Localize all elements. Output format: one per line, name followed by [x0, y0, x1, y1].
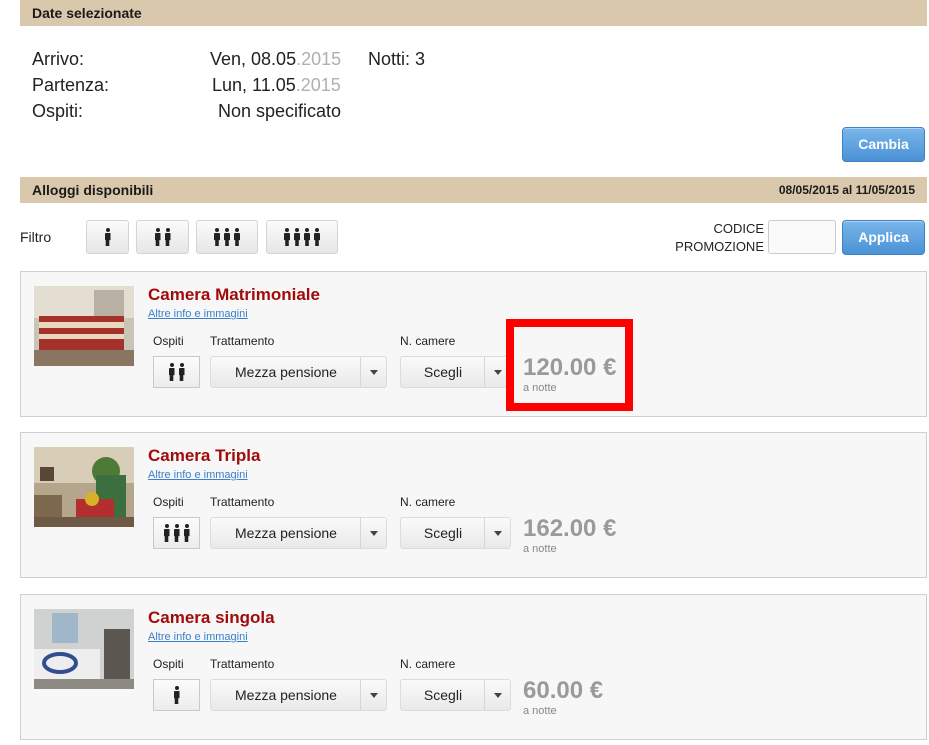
person-icon	[233, 228, 241, 246]
person-icon	[104, 228, 112, 246]
chevron-down-icon	[484, 680, 510, 710]
occupancy-indicator	[153, 517, 200, 549]
room-photo-singola[interactable]	[34, 609, 134, 689]
person-icon	[283, 228, 291, 246]
filter-1-guest-button[interactable]	[86, 220, 129, 254]
rooms-column-header: N. camere	[400, 334, 456, 348]
price-per-night-label: a notte	[523, 382, 557, 394]
price-per-night-label: a notte	[523, 543, 557, 555]
room-photo-tripla[interactable]	[34, 447, 134, 527]
guests-value: Non specificato	[218, 101, 342, 121]
rooms-column-header: N. camere	[400, 657, 456, 671]
person-icon	[313, 228, 321, 246]
promo-code-input[interactable]	[768, 220, 836, 254]
chevron-down-icon	[484, 357, 510, 387]
room-count-select[interactable]: Scegli	[400, 679, 511, 711]
person-icon	[178, 363, 186, 381]
person-icon	[223, 228, 231, 246]
room-title: Camera Tripla	[148, 446, 261, 465]
guests-column-header: Ospiti	[153, 334, 184, 348]
chevron-down-icon	[484, 518, 510, 548]
chevron-down-icon	[360, 357, 386, 387]
room-title: Camera Matrimoniale	[148, 285, 320, 304]
room-card-tripla: Camera Tripla Altre info e immagini Ospi…	[20, 432, 927, 578]
person-icon	[163, 524, 171, 542]
filter-2-guests-button[interactable]	[136, 220, 189, 254]
promo-code-label: CODICE PROMOZIONE	[675, 221, 764, 254]
room-price: 120.00 €	[523, 354, 617, 381]
occupancy-indicator	[153, 356, 200, 388]
room-count-select[interactable]: Scegli	[400, 517, 511, 549]
filter-3-guests-button[interactable]	[196, 220, 258, 254]
filter-label: Filtro	[20, 229, 52, 245]
guests-label: Ospiti:	[32, 101, 84, 121]
arrival-label: Arrivo:	[32, 49, 85, 69]
board-column-header: Trattamento	[210, 334, 275, 348]
room-more-info-link[interactable]: Altre info e immagini	[148, 469, 248, 481]
person-icon	[173, 686, 181, 704]
rooms-column-header: N. camere	[400, 495, 456, 509]
availability-date-range: 08/05/2015 al 11/05/2015	[778, 183, 915, 197]
board-column-header: Trattamento	[210, 657, 275, 671]
board-type-select[interactable]: Mezza pensione	[210, 356, 387, 388]
arrival-value: Ven, 08.05.2015	[210, 49, 342, 69]
departure-label: Partenza:	[32, 75, 110, 95]
chevron-down-icon	[360, 518, 386, 548]
change-dates-button[interactable]: Cambia	[842, 127, 925, 162]
price-per-night-label: a notte	[523, 705, 557, 717]
board-type-select[interactable]: Mezza pensione	[210, 517, 387, 549]
person-icon	[183, 524, 191, 542]
room-price: 162.00 €	[523, 515, 617, 542]
room-card-singola: Camera singola Altre info e immagini Osp…	[20, 594, 927, 740]
guests-column-header: Ospiti	[153, 657, 184, 671]
person-icon	[154, 228, 162, 246]
selected-dates-title: Date selezionate	[32, 5, 142, 21]
chevron-down-icon	[360, 680, 386, 710]
room-count-select[interactable]: Scegli	[400, 356, 511, 388]
departure-value: Lun, 11.05.2015	[212, 75, 341, 95]
selected-dates-header: Date selezionate	[20, 0, 927, 26]
board-column-header: Trattamento	[210, 495, 275, 509]
guests-column-header: Ospiti	[153, 495, 184, 509]
person-icon	[293, 228, 301, 246]
person-icon	[303, 228, 311, 246]
occupancy-indicator	[153, 679, 200, 711]
board-type-select[interactable]: Mezza pensione	[210, 679, 387, 711]
room-photo-matrimoniale[interactable]	[34, 286, 134, 366]
nights-value: Notti: 3	[368, 49, 426, 69]
room-more-info-link[interactable]: Altre info e immagini	[148, 631, 248, 643]
person-icon	[173, 524, 181, 542]
room-more-info-link[interactable]: Altre info e immagini	[148, 308, 248, 320]
person-icon	[168, 363, 176, 381]
availability-title: Alloggi disponibili	[32, 182, 154, 198]
person-icon	[164, 228, 172, 246]
apply-promo-button[interactable]: Applica	[842, 220, 925, 255]
availability-header: Alloggi disponibili 08/05/2015 al 11/05/…	[20, 177, 927, 203]
room-price: 60.00 €	[523, 677, 604, 704]
person-icon	[213, 228, 221, 246]
room-card-matrimoniale: Camera Matrimoniale Altre info e immagin…	[20, 271, 927, 417]
filter-4-guests-button[interactable]	[266, 220, 338, 254]
room-title: Camera singola	[148, 608, 275, 627]
